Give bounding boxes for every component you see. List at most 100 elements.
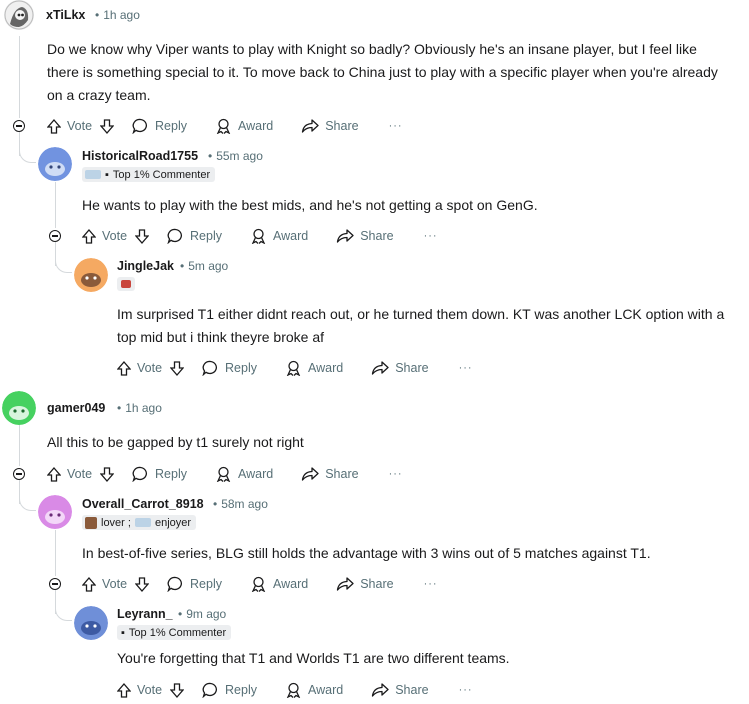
username[interactable]: gamer049 <box>47 401 105 415</box>
downvote-icon <box>135 228 150 244</box>
user-flair: ▪ Top 1% Commenter <box>82 167 216 182</box>
upvote-button[interactable]: Vote <box>117 682 162 698</box>
share-icon <box>372 361 389 375</box>
award-icon <box>286 682 301 698</box>
comment-actions: Vote Reply Award Share ··· <box>82 225 438 247</box>
thread-line <box>55 182 56 228</box>
collapse-icon[interactable] <box>49 578 61 590</box>
username[interactable]: xTiLkx <box>46 8 85 22</box>
more-icon: ··· <box>423 578 438 590</box>
more-options-button[interactable]: ··· <box>389 468 403 480</box>
award-button[interactable]: Award <box>215 118 273 134</box>
more-options-button[interactable]: ··· <box>424 578 438 590</box>
upvote-button[interactable]: Vote <box>47 466 92 482</box>
comment-body: All this to be gapped by t1 surely not r… <box>47 434 304 450</box>
comment-actions: Vote Reply Award Share ··· <box>117 357 473 379</box>
avatar[interactable] <box>38 495 72 529</box>
award-button[interactable]: Award <box>250 228 308 244</box>
share-icon <box>302 467 319 481</box>
more-icon: ··· <box>388 468 403 480</box>
downvote-button[interactable] <box>135 228 150 244</box>
share-icon <box>372 683 389 697</box>
collapse-icon[interactable] <box>13 468 25 480</box>
upvote-icon <box>47 466 61 482</box>
more-options-button[interactable]: ··· <box>459 684 473 696</box>
avatar-image-icon <box>4 0 34 30</box>
avatar[interactable] <box>2 391 36 425</box>
thread-connector <box>55 250 72 273</box>
upvote-button[interactable]: Vote <box>117 360 162 376</box>
upvote-icon <box>47 118 61 134</box>
share-button[interactable]: Share <box>301 119 359 133</box>
flair-emoji-icon <box>117 277 135 291</box>
upvote-button[interactable]: Vote <box>47 118 92 134</box>
snoo-avatar-icon <box>74 258 108 292</box>
snoo-avatar-icon <box>74 606 108 640</box>
reply-button[interactable]: Reply <box>202 360 257 376</box>
more-icon: ··· <box>458 684 473 696</box>
share-button[interactable]: Share <box>336 577 394 591</box>
downvote-icon <box>135 576 150 592</box>
award-button[interactable]: Award <box>250 576 308 592</box>
downvote-icon <box>170 360 185 376</box>
more-options-button[interactable]: ··· <box>459 362 473 374</box>
username[interactable]: Leyrann_ <box>117 607 173 621</box>
avatar[interactable] <box>4 0 34 30</box>
downvote-icon <box>100 118 115 134</box>
upvote-icon <box>117 360 131 376</box>
upvote-button[interactable]: Vote <box>82 228 127 244</box>
award-button[interactable]: Award <box>215 466 273 482</box>
commenter-badge-icon: ▪ <box>105 168 109 181</box>
award-button[interactable]: Award <box>285 682 343 698</box>
share-icon <box>337 577 354 591</box>
reply-button[interactable]: Reply <box>132 466 187 482</box>
share-button[interactable]: Share <box>371 361 429 375</box>
flair-emoji-icon <box>85 516 97 529</box>
downvote-button[interactable] <box>170 360 185 376</box>
share-button[interactable]: Share <box>371 683 429 697</box>
more-options-button[interactable]: ··· <box>389 120 403 132</box>
award-icon <box>251 576 266 592</box>
thread-line <box>19 36 20 118</box>
thread-line <box>19 424 20 466</box>
share-button[interactable]: Share <box>301 467 359 481</box>
comment-actions: Vote Reply Award Share ··· <box>117 679 473 701</box>
comment-time: • 58m ago <box>213 497 268 511</box>
downvote-button[interactable] <box>170 682 185 698</box>
avatar[interactable] <box>74 606 108 640</box>
comment-body: He wants to play with the best mids, and… <box>82 197 538 213</box>
downvote-button[interactable] <box>100 466 115 482</box>
reply-button[interactable]: Reply <box>167 576 222 592</box>
reply-bubble-icon <box>132 466 148 482</box>
reply-button[interactable]: Reply <box>167 228 222 244</box>
thread-line <box>55 530 56 576</box>
share-icon <box>302 119 319 133</box>
reply-button[interactable]: Reply <box>132 118 187 134</box>
comment-body: Im surprised T1 either didnt reach out, … <box>117 306 725 345</box>
comment-body: In best-of-five series, BLG still holds … <box>82 545 651 561</box>
collapse-icon[interactable] <box>49 230 61 242</box>
comment-actions: Vote Reply Award Share ··· <box>47 115 403 137</box>
award-button[interactable]: Award <box>285 360 343 376</box>
avatar[interactable] <box>74 258 108 292</box>
award-icon <box>216 118 231 134</box>
reply-button[interactable]: Reply <box>202 682 257 698</box>
downvote-icon <box>170 682 185 698</box>
username[interactable]: JingleJak <box>117 259 174 273</box>
thread-connector <box>19 140 36 163</box>
collapse-icon[interactable] <box>13 120 25 132</box>
avatar[interactable] <box>38 147 72 181</box>
upvote-icon <box>82 228 96 244</box>
more-options-button[interactable]: ··· <box>424 230 438 242</box>
reply-bubble-icon <box>202 682 218 698</box>
downvote-button[interactable] <box>100 118 115 134</box>
share-icon <box>337 229 354 243</box>
share-button[interactable]: Share <box>336 229 394 243</box>
snoo-avatar-icon <box>2 391 36 425</box>
username[interactable]: Overall_Carrot_8918 <box>82 497 204 511</box>
username[interactable]: HistoricalRoad1755 <box>82 149 198 163</box>
downvote-button[interactable] <box>135 576 150 592</box>
downvote-icon <box>100 466 115 482</box>
upvote-button[interactable]: Vote <box>82 576 127 592</box>
comment-actions: Vote Reply Award Share ··· <box>47 463 403 485</box>
